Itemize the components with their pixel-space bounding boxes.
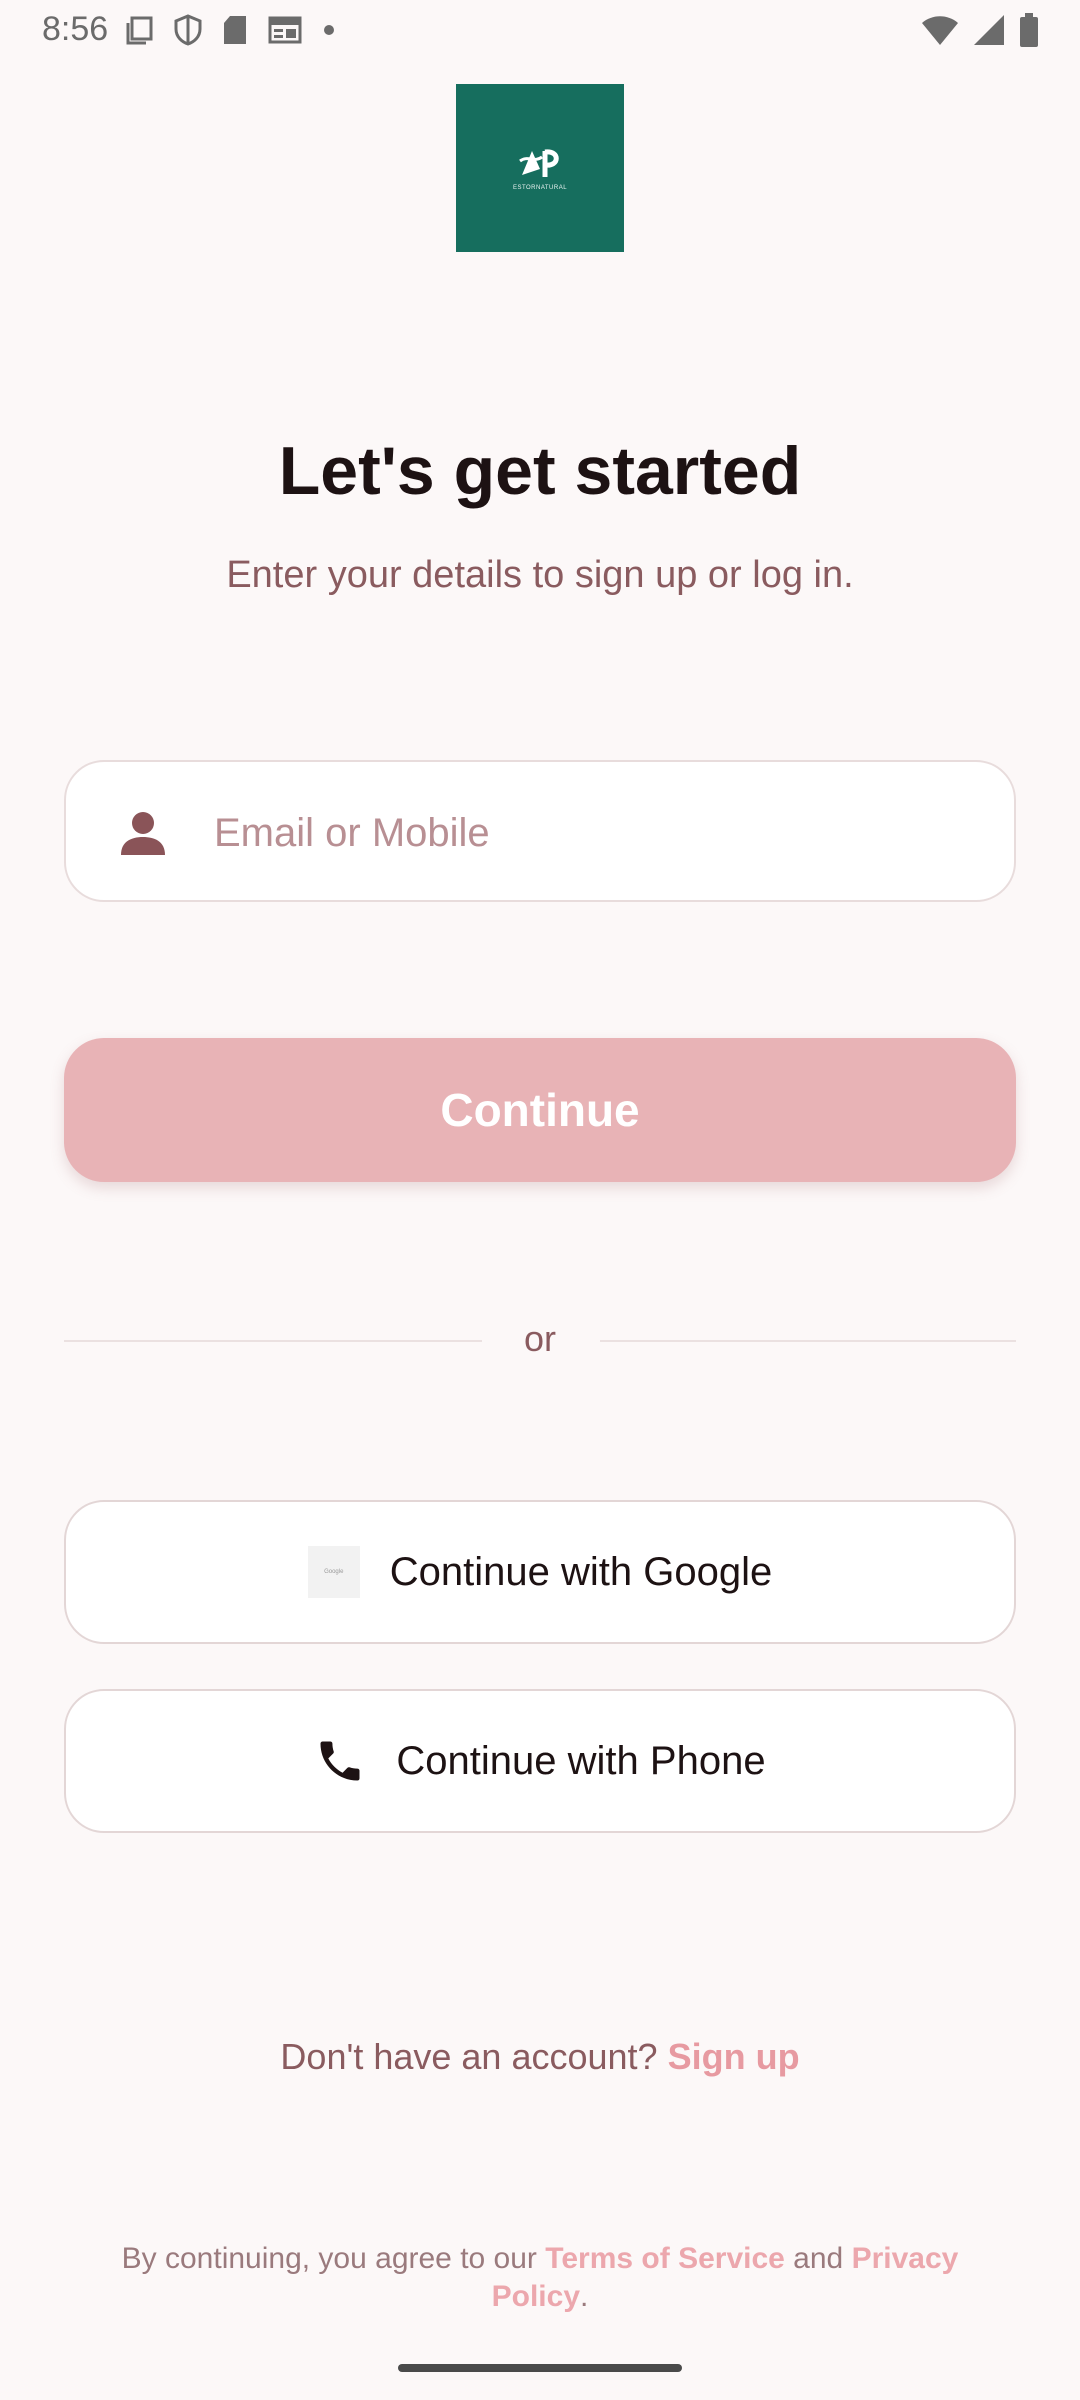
shield-icon (174, 14, 202, 46)
google-button-label: Continue with Google (389, 1549, 773, 1594)
continue-with-google-button[interactable]: Google Continue with Google (64, 1500, 1016, 1644)
divider-line-left (64, 1340, 482, 1342)
continue-button[interactable]: Continue (64, 1038, 1016, 1182)
terms-conjunction: and (793, 2242, 844, 2275)
signup-prompt-text: Don't have an account? (280, 2036, 658, 2077)
google-icon-text: Google (324, 1569, 344, 1575)
status-bar: 8:56 (0, 0, 1080, 64)
continue-with-phone-button[interactable]: Continue with Phone (64, 1689, 1016, 1833)
battery-icon (1020, 13, 1038, 47)
home-indicator[interactable] (398, 2364, 682, 2372)
terms-notice: By continuing, you agree to our Terms of… (90, 2240, 990, 2316)
signup-prompt: Don't have an account? Sign up (0, 2036, 1080, 2078)
status-time: 8:56 (42, 10, 109, 48)
phone-button-label: Continue with Phone (396, 1738, 766, 1783)
google-icon: Google (307, 1546, 360, 1598)
signal-icon (974, 15, 1004, 45)
wifi-icon (922, 16, 958, 45)
email-or-mobile-input[interactable] (212, 796, 976, 870)
terms-suffix: . (580, 2280, 589, 2313)
dot-icon (324, 25, 334, 35)
divider-or-label: or (523, 1318, 556, 1359)
email-or-mobile-field[interactable] (64, 760, 1016, 902)
logo-wordmark: ESTORNATURAL (512, 185, 568, 191)
page-title: Let's get started (278, 433, 802, 509)
phone-icon (320, 1741, 360, 1781)
divider-line-right (600, 1340, 1016, 1342)
sd-card-icon (224, 16, 246, 44)
logo-mark-icon (519, 149, 559, 177)
screenshot-icon (126, 16, 153, 45)
terms-of-service-link[interactable]: Terms of Service (545, 2242, 785, 2275)
sign-up-link[interactable]: Sign up (668, 2036, 800, 2077)
news-icon (268, 16, 302, 44)
person-icon (121, 812, 165, 855)
terms-prefix: By continuing, you agree to our (121, 2242, 537, 2275)
status-icons-left (124, 14, 336, 46)
app-logo: ESTORNATURAL (456, 84, 624, 252)
status-icons-right (920, 12, 1040, 48)
page-subtitle: Enter your details to sign up or log in. (226, 554, 854, 596)
